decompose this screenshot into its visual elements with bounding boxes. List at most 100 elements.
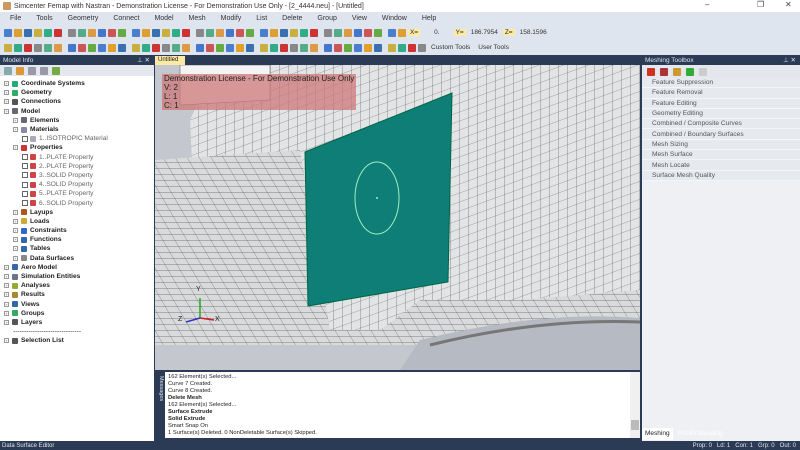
- filter-icon[interactable]: [16, 66, 24, 75]
- toolbar-button-icon[interactable]: [334, 28, 342, 37]
- toolbar-button-icon[interactable]: [68, 28, 76, 37]
- toolbar-button-icon[interactable]: [88, 43, 96, 52]
- toolbar-button-icon[interactable]: [216, 43, 224, 52]
- toolbar-button-icon[interactable]: [132, 28, 140, 37]
- expand-icon[interactable]: +: [4, 81, 9, 87]
- menu-window[interactable]: Window: [382, 15, 407, 22]
- toolbar-button-icon[interactable]: [108, 28, 116, 37]
- toolbar-button-icon[interactable]: [152, 28, 160, 37]
- checkbox[interactable]: [22, 172, 28, 179]
- tree-item[interactable]: + Layers: [2, 318, 154, 327]
- tree-item[interactable]: + Constraints: [2, 226, 154, 235]
- toolbar-button-icon[interactable]: [310, 28, 318, 37]
- menu-modify[interactable]: Modify: [221, 15, 242, 22]
- expand-icon[interactable]: +: [13, 218, 18, 224]
- toolbox-item[interactable]: Mesh Sizing: [642, 139, 800, 151]
- toolbar-button-icon[interactable]: [44, 43, 52, 52]
- toolbox-item[interactable]: Feature Removal: [642, 88, 800, 99]
- tree-item[interactable]: + Geometry: [2, 88, 154, 97]
- toolbar-button-icon[interactable]: [388, 43, 396, 52]
- tree-item[interactable]: + Connections: [2, 97, 154, 106]
- close-button[interactable]: ✕: [785, 0, 792, 9]
- tree-item[interactable]: 2..PLATE Property: [2, 162, 154, 171]
- toolbar-button-icon[interactable]: [344, 43, 352, 52]
- toolbar-button-icon[interactable]: [344, 28, 352, 37]
- tree-item[interactable]: + Data Surfaces: [2, 254, 154, 263]
- tree-item[interactable]: + Layups: [2, 208, 154, 217]
- expand-icon[interactable]: +: [4, 264, 9, 270]
- toolbar-button-icon[interactable]: [374, 43, 382, 52]
- expand-icon[interactable]: +: [4, 292, 9, 298]
- toolbar-button-icon[interactable]: [270, 28, 278, 37]
- toolbar-button-icon[interactable]: [260, 28, 268, 37]
- toolbar-button-icon[interactable]: [280, 43, 288, 52]
- tree-item[interactable]: 3..SOLID Property: [2, 171, 154, 180]
- minimize-button[interactable]: –: [705, 0, 709, 9]
- toolbox-item[interactable]: Combined / Composite Curves: [642, 119, 800, 130]
- checkbox[interactable]: [22, 154, 28, 161]
- toolbox-item[interactable]: Feature Suppression: [642, 78, 800, 89]
- toolbar-button-icon[interactable]: [364, 28, 372, 37]
- toolbar-button-icon[interactable]: [54, 43, 62, 52]
- toolbar-button-icon[interactable]: [196, 43, 204, 52]
- toolbar-button-icon[interactable]: [374, 28, 382, 37]
- expand-icon[interactable]: +: [4, 338, 9, 344]
- menu-list[interactable]: List: [256, 15, 267, 22]
- toolbar-button-icon[interactable]: [324, 28, 332, 37]
- coord-x-value[interactable]: 0.: [434, 29, 439, 36]
- expand-icon[interactable]: +: [13, 145, 18, 151]
- toolbar-button-icon[interactable]: [398, 28, 406, 37]
- toolbar-button-icon[interactable]: [226, 43, 234, 52]
- expand-icon[interactable]: +: [13, 246, 18, 252]
- toolbar-button-icon[interactable]: [364, 43, 372, 52]
- tree-item[interactable]: + Materials: [2, 125, 154, 134]
- expand-icon[interactable]: +: [4, 108, 9, 114]
- user-tools-button[interactable]: User Tools: [478, 44, 509, 51]
- toolbar-button-icon[interactable]: [206, 28, 214, 37]
- toolbox-item[interactable]: Surface Mesh Quality: [642, 170, 800, 181]
- tree-item[interactable]: 4..SOLID Property: [2, 180, 154, 189]
- toolbar-button-icon[interactable]: [182, 43, 190, 52]
- toolbar-button-icon[interactable]: [132, 43, 140, 52]
- toolbar-button-icon[interactable]: [34, 28, 42, 37]
- coord-y-value[interactable]: 186.7954: [471, 29, 498, 36]
- tree-item[interactable]: + Aero Model: [2, 263, 154, 272]
- toolbox-item[interactable]: Feature Editing: [642, 98, 800, 109]
- close-icon[interactable]: ✕: [145, 57, 150, 64]
- expand-icon[interactable]: [28, 66, 36, 75]
- toolbox-icon[interactable]: [647, 67, 655, 76]
- toolbar-button-icon[interactable]: [334, 43, 342, 52]
- toolbar-button-icon[interactable]: [4, 43, 12, 52]
- tree-item[interactable]: + Tables: [2, 244, 154, 253]
- toolbar-button-icon[interactable]: [246, 28, 254, 37]
- toolbar-button-icon[interactable]: [142, 28, 150, 37]
- toolbar-button-icon[interactable]: [418, 43, 426, 52]
- menu-delete[interactable]: Delete: [282, 15, 302, 22]
- expand-icon[interactable]: +: [13, 228, 18, 234]
- pin-icon[interactable]: ⊥: [783, 57, 789, 64]
- toolbar-button-icon[interactable]: [290, 28, 298, 37]
- expand-icon[interactable]: +: [4, 274, 9, 280]
- toolbar-button-icon[interactable]: [354, 43, 362, 52]
- toolbar-button-icon[interactable]: [310, 43, 318, 52]
- menu-file[interactable]: File: [10, 15, 21, 22]
- toolbar-button-icon[interactable]: [236, 28, 244, 37]
- expand-icon[interactable]: +: [4, 99, 9, 105]
- window-icon[interactable]: [673, 67, 681, 76]
- tree-item[interactable]: + Properties: [2, 143, 154, 152]
- toolbar-button-icon[interactable]: [78, 43, 86, 52]
- expand-icon[interactable]: +: [4, 319, 9, 325]
- tree-item[interactable]: 5..PLATE Property: [2, 189, 154, 198]
- tree-icon[interactable]: [4, 66, 12, 75]
- menu-help[interactable]: Help: [422, 15, 436, 22]
- toolbar-button-icon[interactable]: [280, 28, 288, 37]
- expand-icon[interactable]: +: [13, 117, 18, 123]
- custom-tools-button[interactable]: Custom Tools: [431, 44, 470, 51]
- menu-connect[interactable]: Connect: [113, 15, 139, 22]
- tree-item[interactable]: + Results: [2, 290, 154, 299]
- tree-item[interactable]: + Loads: [2, 217, 154, 226]
- tree-item[interactable]: + Views: [2, 300, 154, 309]
- expand-icon[interactable]: +: [4, 90, 9, 96]
- toolbar-button-icon[interactable]: [152, 43, 160, 52]
- expand-icon[interactable]: +: [13, 127, 18, 133]
